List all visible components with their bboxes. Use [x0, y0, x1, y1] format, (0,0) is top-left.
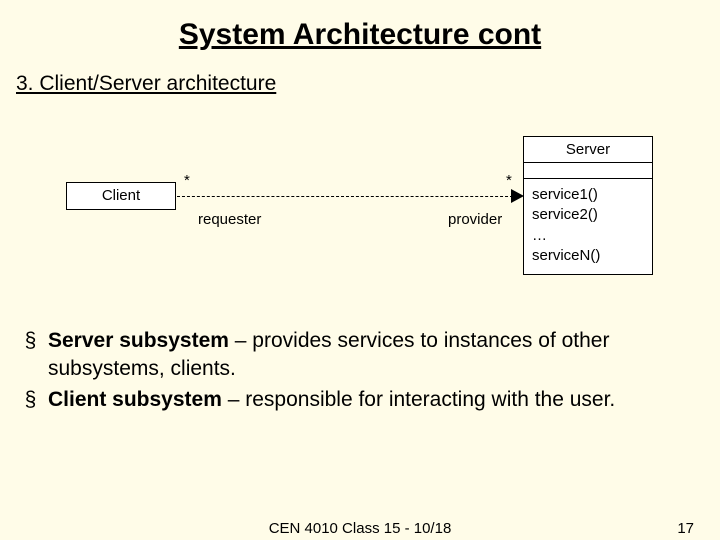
bullet-server-bold: Server subsystem: [48, 329, 229, 352]
footer-course: CEN 4010 Class 15 - 10/18: [0, 520, 720, 537]
section-heading: 3. Client/Server architecture: [0, 52, 720, 96]
multiplicity-right: *: [506, 172, 512, 189]
server-attributes-compartment: [524, 163, 652, 179]
bullet-client-bold: Client subsystem: [48, 388, 222, 411]
server-operations-compartment: service1() service2() … serviceN(): [524, 179, 652, 274]
client-class-box: Client: [66, 182, 176, 210]
server-op-n: serviceN(): [532, 246, 644, 266]
slide-title: System Architecture cont: [0, 0, 720, 52]
server-class-title: Server: [524, 137, 652, 163]
dependency-arrowhead-icon: [511, 189, 524, 203]
server-op-dots: …: [532, 226, 644, 246]
bullet-server: Server subsystem – provides services to …: [48, 327, 690, 382]
server-op-2: service2(): [532, 205, 644, 225]
dependency-line: [177, 196, 513, 197]
bullet-client: Client subsystem – responsible for inter…: [48, 386, 690, 414]
server-class-box: Server service1() service2() … serviceN(…: [523, 136, 653, 275]
role-requester: requester: [198, 211, 261, 228]
server-op-1: service1(): [532, 185, 644, 205]
multiplicity-left: *: [184, 172, 190, 189]
role-provider: provider: [448, 211, 502, 228]
footer-page-number: 17: [677, 520, 694, 537]
bullet-client-text: – responsible for interacting with the u…: [222, 388, 615, 411]
uml-diagram: Client Server service1() service2() … se…: [0, 96, 720, 306]
bullet-list: Server subsystem – provides services to …: [0, 327, 720, 414]
